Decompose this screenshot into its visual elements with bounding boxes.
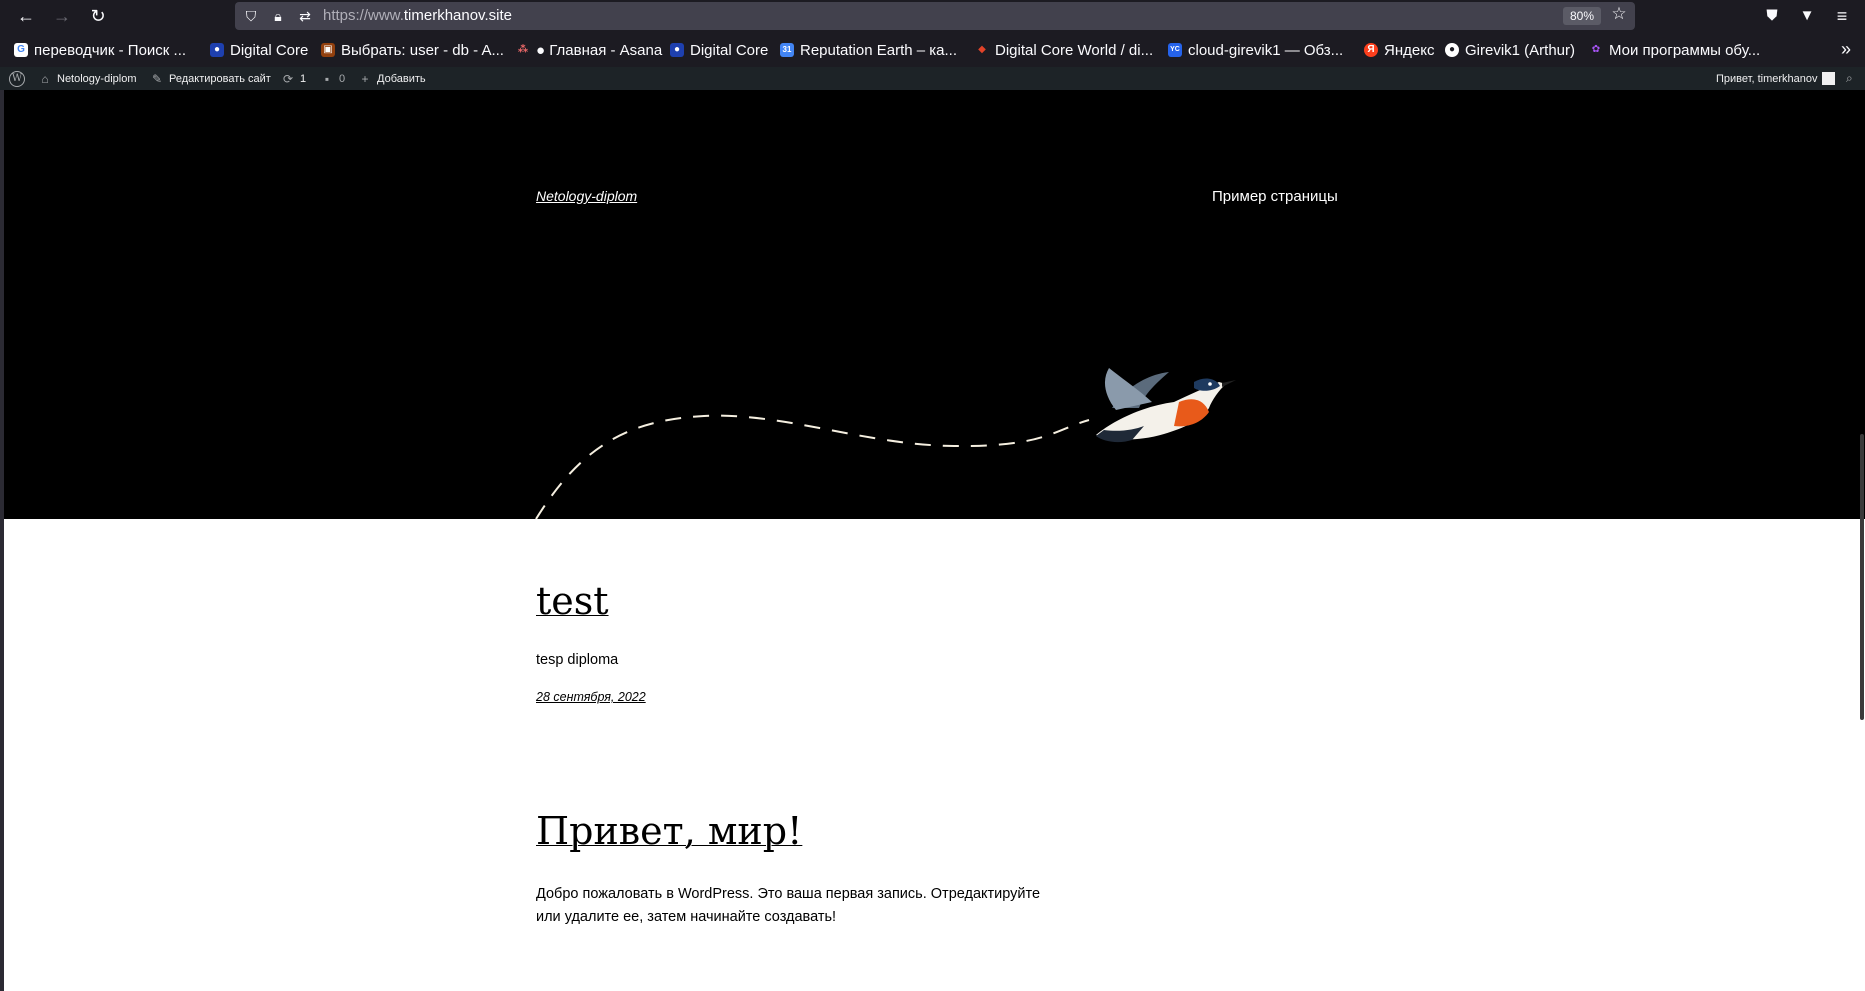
menu-icon[interactable]: ≡	[1830, 4, 1854, 28]
digital-core-icon: ●	[670, 43, 684, 57]
pocket-icon[interactable]: ⛊	[1760, 4, 1784, 28]
wp-admin-bar: W ⌂ Netology-diplom ✎ Редактировать сайт ⟳…	[0, 67, 1865, 90]
bookmark-item[interactable]: ⁂ ● Главная - Asana	[516, 40, 662, 60]
dashboard-icon: ⌂	[41, 71, 49, 86]
flower-icon: ✿	[1591, 44, 1601, 55]
calendar-icon: 31	[780, 43, 794, 57]
page-scrollbar[interactable]	[1860, 434, 1864, 720]
post-date-link[interactable]: 28 сентября, 2022	[536, 690, 646, 704]
yandex-cloud-icon: YC	[1168, 43, 1182, 57]
updates-icon: ⟳	[282, 71, 294, 86]
search-icon[interactable]: ⌕	[1846, 71, 1860, 85]
brush-icon: ✎	[151, 71, 163, 86]
wp-menu[interactable]: W	[9, 67, 25, 90]
forward-arrow-icon[interactable]: →	[50, 4, 74, 28]
comment-icon: ▪	[324, 71, 330, 86]
wordpress-logo-icon: W	[9, 70, 25, 87]
bookmark-item[interactable]: ◆ Digital Core World / di...	[975, 40, 1153, 60]
bookmark-item[interactable]: YC cloud-girevik1 — Обз...	[1168, 40, 1343, 60]
reload-icon[interactable]: ↻	[86, 4, 110, 28]
back-arrow-icon[interactable]: ←	[14, 4, 38, 28]
lock-icon[interactable]: 🔒︎	[268, 5, 288, 25]
bookmarks-toolbar: Gпереводчик - Поиск ... ● Digital Core ▣ В…	[0, 32, 1865, 67]
browser-toolbar: ← → ↻ ⛉ 🔒︎ ⇄ https://www.timerkhanov.sit…	[0, 0, 1865, 32]
page-viewport: Netology-diplom Пример страницы test tes…	[4, 90, 1865, 991]
digital-core-icon: ●	[210, 43, 224, 57]
admin-bar-comments[interactable]: ▪ 0	[320, 67, 345, 90]
shield-icon[interactable]: ⛉	[241, 5, 261, 25]
post-title-link[interactable]: test	[536, 579, 609, 623]
post-title-link[interactable]: Привет, мир!	[536, 809, 802, 853]
address-bar[interactable]: ⛉ 🔒︎ ⇄ https://www.timerkhanov.site 80%	[235, 2, 1635, 30]
gitlab-icon: ◆	[978, 44, 986, 55]
bookmarks-overflow-icon[interactable]: »	[1834, 38, 1858, 62]
admin-bar-updates[interactable]: ⟳ 1	[281, 67, 306, 90]
admin-bar-account[interactable]: Привет, timerkhanov	[1716, 67, 1818, 90]
admin-bar-site-name[interactable]: ⌂ Netology-diplom	[38, 67, 136, 90]
adminer-icon: ▣	[321, 43, 335, 57]
bookmark-item[interactable]: ● Girevik1 (Arthur)	[1445, 40, 1575, 60]
site-permissions-icon[interactable]: ⇄	[295, 5, 315, 25]
admin-bar-edit-site[interactable]: ✎ Редактировать сайт	[150, 67, 271, 90]
bookmark-item[interactable]: 31 Reputation Earth – ка...	[780, 40, 957, 60]
url-text[interactable]: https://www.timerkhanov.site	[323, 7, 512, 24]
zoom-level-badge[interactable]: 80%	[1563, 7, 1601, 25]
site-header: Netology-diplom Пример страницы	[4, 90, 1865, 519]
bookmark-item[interactable]: Gпереводчик - Поиск ...	[14, 40, 186, 60]
bookmark-item[interactable]: ● Digital Core	[210, 40, 308, 60]
asana-icon: ⁂	[517, 44, 529, 55]
header-bird-illustration	[535, 368, 1236, 519]
bookmark-item[interactable]: ● Digital Core	[670, 40, 768, 60]
github-icon: ●	[1445, 43, 1459, 57]
hummingbird-icon	[1096, 368, 1236, 443]
post-excerpt: Добро пожаловать в WordPress. Это ваша п…	[536, 886, 1041, 925]
bookmark-item[interactable]: Я Яндекс	[1364, 40, 1434, 60]
google-icon: G	[14, 43, 28, 57]
plus-icon: +	[361, 71, 369, 86]
bookmark-item[interactable]: ✿ Мои программы обу...	[1589, 40, 1760, 60]
dashed-flight-path	[535, 414, 1090, 519]
admin-bar-new-content[interactable]: + Добавить	[358, 67, 425, 90]
avatar[interactable]	[1822, 72, 1835, 85]
bookmark-item[interactable]: ▣ Выбрать: user - db - A...	[321, 40, 504, 60]
yandex-icon: Я	[1364, 43, 1378, 57]
bookmark-star-icon[interactable]: ☆	[1608, 3, 1630, 25]
post-excerpt: tesp diploma	[536, 652, 619, 668]
extension-icon[interactable]: ▼	[1795, 4, 1819, 28]
